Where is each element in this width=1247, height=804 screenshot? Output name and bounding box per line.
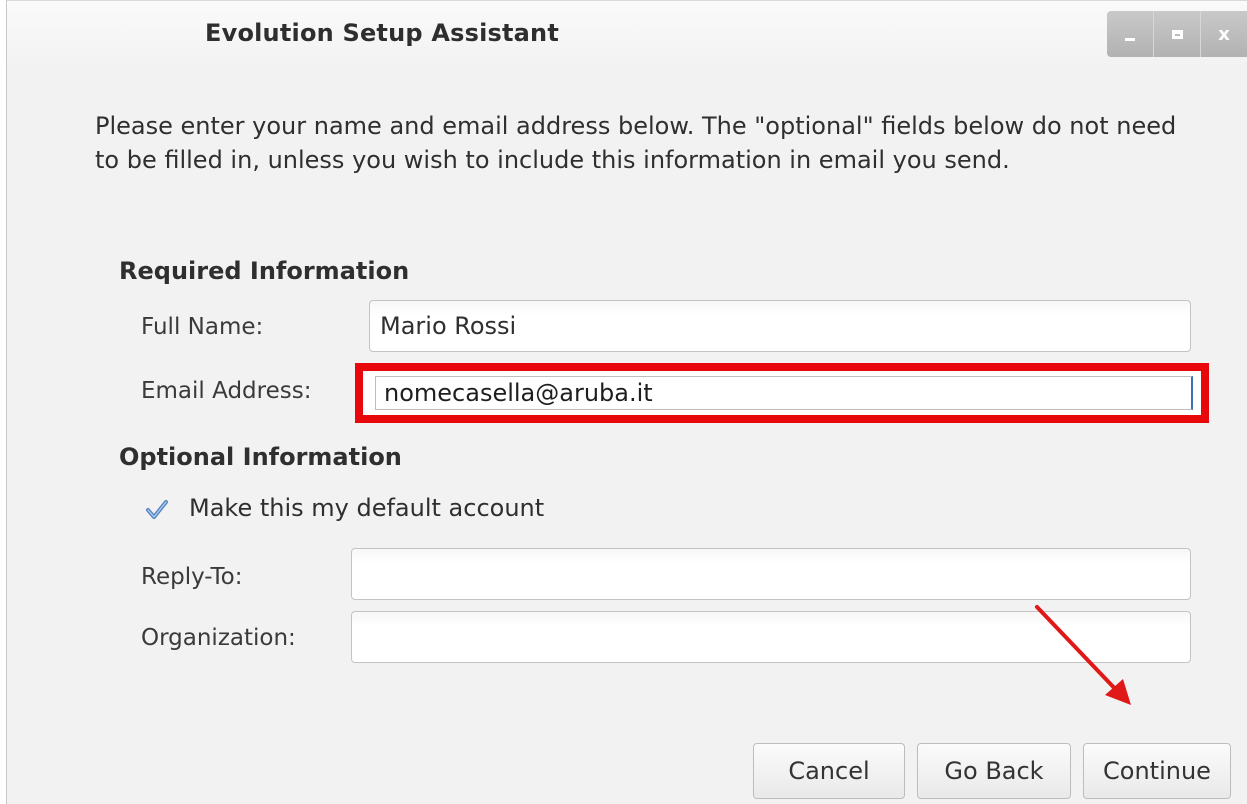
- title-bar[interactable]: Evolution Setup Assistant x: [7, 1, 1247, 69]
- reply-to-label: Reply-To:: [141, 564, 243, 590]
- required-info-heading: Required Information: [119, 257, 410, 285]
- minimize-icon: [1125, 37, 1135, 41]
- window-controls: x: [1107, 11, 1247, 57]
- default-account-checkbox[interactable]: [145, 498, 169, 522]
- maximize-icon: [1171, 29, 1183, 39]
- setup-assistant-window: Evolution Setup Assistant x Please enter…: [6, 0, 1247, 804]
- default-account-label[interactable]: Make this my default account: [189, 494, 544, 522]
- full-name-label: Full Name:: [141, 314, 264, 340]
- close-button[interactable]: x: [1200, 11, 1247, 57]
- cancel-button[interactable]: Cancel: [753, 743, 905, 799]
- intro-text: Please enter your name and email address…: [95, 112, 1177, 174]
- email-address-label: Email Address:: [141, 378, 312, 404]
- close-icon: x: [1218, 23, 1230, 45]
- reply-to-input[interactable]: [351, 548, 1191, 600]
- checkmark-icon: [146, 500, 168, 519]
- window-title: Evolution Setup Assistant: [205, 19, 560, 47]
- optional-info-heading: Optional Information: [119, 443, 402, 471]
- email-address-input[interactable]: nomecasella@aruba.it: [375, 376, 1193, 410]
- full-name-input[interactable]: Mario Rossi: [369, 300, 1191, 352]
- annotation-arrow-icon: [1035, 605, 1131, 705]
- organization-label: Organization:: [141, 625, 296, 651]
- continue-button[interactable]: Continue: [1083, 743, 1231, 799]
- maximize-button[interactable]: [1153, 11, 1200, 57]
- minimize-button[interactable]: [1107, 11, 1153, 57]
- go-back-button[interactable]: Go Back: [917, 743, 1071, 799]
